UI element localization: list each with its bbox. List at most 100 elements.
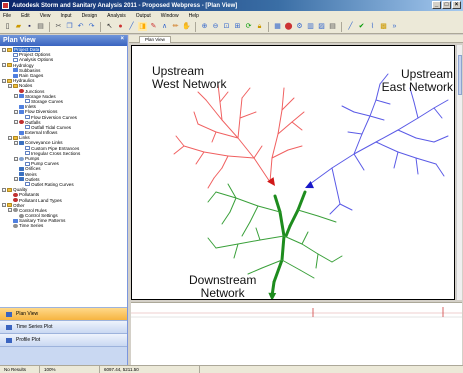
tree-expander-icon[interactable]: - bbox=[2, 47, 6, 52]
pan-icon[interactable]: ✋ bbox=[182, 22, 191, 31]
downstream-network-pipe[interactable] bbox=[331, 255, 343, 263]
menu-output[interactable]: Output bbox=[136, 13, 151, 19]
downstream-network-pipe[interactable] bbox=[301, 231, 309, 245]
west-network-pipe[interactable] bbox=[237, 137, 255, 159]
west-network-pipe[interactable] bbox=[205, 99, 223, 121]
east-network-pipe[interactable] bbox=[397, 129, 417, 139]
west-network-pipe[interactable] bbox=[203, 151, 229, 157]
minimize-button[interactable]: _ bbox=[432, 1, 441, 9]
downstream-network-pipe[interactable] bbox=[207, 237, 217, 249]
menu-analysis[interactable]: Analysis bbox=[107, 13, 126, 19]
west-network-pipe[interactable] bbox=[227, 155, 255, 159]
menu-view[interactable]: View bbox=[40, 13, 51, 19]
west-network-pipe[interactable] bbox=[277, 109, 283, 135]
east-network-pipe[interactable] bbox=[397, 117, 419, 131]
profile-icon[interactable]: ⌇ bbox=[368, 22, 377, 31]
downstream-network-pipe[interactable] bbox=[229, 197, 237, 213]
tree-expander-icon[interactable]: - bbox=[14, 109, 18, 114]
tree-expander-icon[interactable]: - bbox=[8, 208, 12, 213]
east-network-pipe[interactable] bbox=[353, 141, 377, 155]
chart-icon[interactable]: ▨ bbox=[317, 22, 326, 31]
east-network-pipe[interactable] bbox=[331, 153, 355, 169]
downstream-network-pipe[interactable] bbox=[283, 235, 303, 245]
west-network-pipe[interactable] bbox=[207, 177, 215, 189]
west-network-pipe[interactable] bbox=[219, 91, 229, 103]
plan-view-button[interactable]: Plan View bbox=[0, 307, 127, 320]
more-tools-icon[interactable]: » bbox=[390, 22, 399, 31]
menu-window[interactable]: Window bbox=[161, 13, 179, 19]
downstream-network-pipe[interactable] bbox=[215, 243, 239, 249]
east-network-pipe[interactable] bbox=[397, 151, 417, 159]
east-network-pipe[interactable] bbox=[415, 157, 437, 165]
west-network-pipe[interactable] bbox=[287, 145, 303, 151]
east-network-pipe[interactable] bbox=[369, 115, 385, 121]
east-network-pipe[interactable] bbox=[433, 99, 449, 109]
grid-icon[interactable]: ▦ bbox=[273, 22, 282, 31]
tree-expander-icon[interactable]: - bbox=[8, 83, 12, 88]
check-icon[interactable]: ✔ bbox=[357, 22, 366, 31]
redo-icon[interactable]: ↷ bbox=[87, 22, 96, 31]
west-network-pipe[interactable] bbox=[193, 111, 199, 125]
west-network-pipe[interactable] bbox=[197, 91, 207, 101]
downstream-network-pipe[interactable] bbox=[281, 259, 301, 271]
downstream-network-pipe[interactable] bbox=[317, 253, 333, 263]
east-network-pipe[interactable] bbox=[435, 163, 445, 177]
west-network-pipe[interactable] bbox=[213, 167, 223, 179]
west-network-pipe[interactable] bbox=[291, 111, 305, 123]
east-network-pipe[interactable] bbox=[433, 107, 443, 119]
zoom-in-icon[interactable]: ⊕ bbox=[200, 22, 209, 31]
legend-icon[interactable]: ▩ bbox=[379, 22, 388, 31]
west-network-pipe[interactable] bbox=[253, 157, 271, 183]
downstream-main-pipe[interactable] bbox=[272, 258, 284, 284]
downstream-network-pipe[interactable] bbox=[207, 191, 217, 203]
panel-close-icon[interactable]: × bbox=[120, 36, 124, 42]
downstream-main-pipe[interactable] bbox=[280, 234, 286, 262]
stop-icon[interactable]: ⬤ bbox=[284, 22, 293, 31]
west-network-pipe[interactable] bbox=[239, 111, 257, 119]
tree-item[interactable]: Time Series bbox=[2, 223, 127, 228]
zoom-window-icon[interactable]: ⊡ bbox=[222, 22, 231, 31]
tree-expander-icon[interactable]: - bbox=[14, 140, 18, 145]
east-network-pipe[interactable] bbox=[339, 203, 353, 211]
west-network-pipe[interactable] bbox=[173, 145, 185, 155]
downstream-network-pipe[interactable] bbox=[259, 235, 285, 241]
measure-icon[interactable]: ∧ bbox=[160, 22, 169, 31]
cut-icon[interactable]: ✂ bbox=[54, 22, 63, 31]
west-network-pipe[interactable] bbox=[197, 123, 217, 133]
downstream-main-pipe[interactable] bbox=[284, 224, 292, 238]
east-network-pipe[interactable] bbox=[341, 105, 355, 113]
vertical-scrollbar[interactable] bbox=[456, 45, 462, 300]
undo-icon[interactable]: ↶ bbox=[76, 22, 85, 31]
refresh-icon[interactable]: ⟳ bbox=[244, 22, 253, 31]
downstream-network-pipe[interactable] bbox=[235, 197, 259, 207]
east-network-pipe[interactable] bbox=[415, 137, 435, 143]
downstream-network-pipe[interactable] bbox=[249, 205, 259, 223]
menu-edit[interactable]: Edit bbox=[21, 13, 30, 19]
save-icon[interactable]: ▪ bbox=[25, 22, 34, 31]
east-network-pipe[interactable] bbox=[417, 107, 435, 119]
tree-expander-icon[interactable]: - bbox=[2, 203, 6, 208]
menu-file[interactable]: File bbox=[3, 13, 11, 19]
west-network-pipe[interactable] bbox=[175, 135, 185, 147]
east-network-pipe[interactable] bbox=[353, 153, 365, 171]
downstream-main-pipe[interactable] bbox=[288, 208, 300, 228]
downstream-network-pipe[interactable] bbox=[315, 253, 319, 269]
print-icon[interactable]: ▤ bbox=[36, 22, 45, 31]
pointer-icon[interactable]: ↖ bbox=[105, 22, 114, 31]
west-network-pipe[interactable] bbox=[239, 97, 243, 119]
analysis-icon[interactable]: ⚙ bbox=[295, 22, 304, 31]
tree-expander-icon[interactable]: - bbox=[14, 156, 18, 161]
east-network-pipe[interactable] bbox=[335, 185, 341, 205]
edit-tool-icon[interactable]: ✎ bbox=[149, 22, 158, 31]
east-network-pipe[interactable] bbox=[347, 131, 363, 135]
downstream-network-pipe[interactable] bbox=[301, 243, 319, 255]
copy-icon[interactable]: ❐ bbox=[65, 22, 74, 31]
west-network-pipe[interactable] bbox=[269, 157, 273, 183]
downstream-network-pipe[interactable] bbox=[317, 215, 337, 223]
west-network-pipe[interactable] bbox=[221, 155, 229, 169]
east-network-pipe[interactable] bbox=[331, 167, 337, 187]
downstream-network-pipe[interactable] bbox=[297, 209, 319, 217]
lock-icon[interactable]: 🔒︎ bbox=[255, 22, 264, 31]
west-network-pipe[interactable] bbox=[211, 131, 217, 143]
west-network-pipe[interactable] bbox=[281, 87, 285, 111]
